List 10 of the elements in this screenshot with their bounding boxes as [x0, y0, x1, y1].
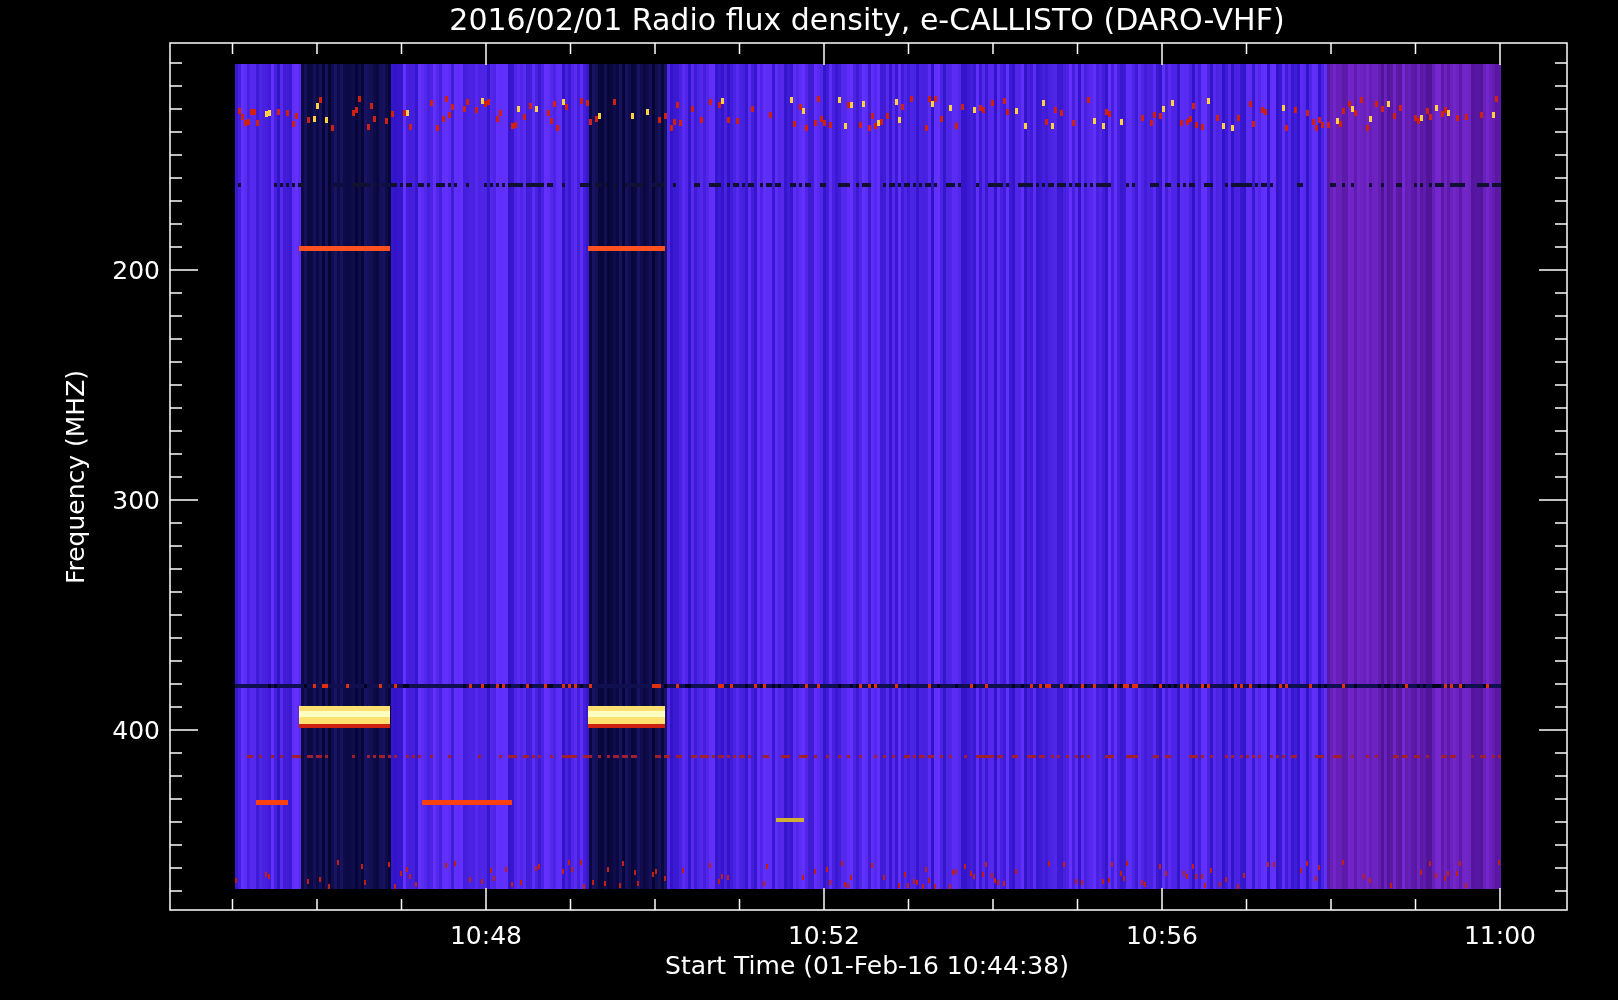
x-tick-label: 10:52 [788, 921, 860, 950]
x-tick-label: 10:48 [450, 921, 522, 950]
x-tick-label: 11:00 [1464, 921, 1536, 950]
x-tick-label: 10:56 [1126, 921, 1198, 950]
y-tick-label: 300 [112, 486, 160, 515]
y-tick-label: 400 [112, 716, 160, 745]
y-axis-label: Frequency (MHZ) [61, 369, 90, 585]
chart-title: 2016/02/01 Radio flux density, e-CALLISTO (DARO-VHF) [449, 2, 1285, 37]
x-axis-label: Start Time (01-Feb-16 10:44:38) [665, 951, 1069, 980]
y-tick-label: 200 [112, 256, 160, 285]
